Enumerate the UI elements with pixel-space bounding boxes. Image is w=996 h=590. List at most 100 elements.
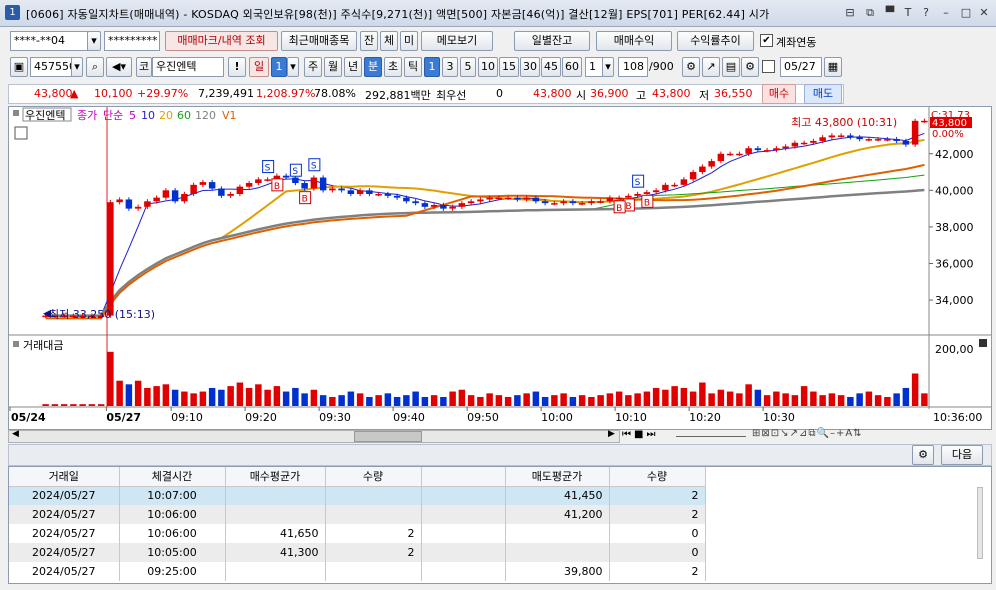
stock-code-input[interactable]: 457550 [30,57,72,77]
account-dropdown-icon[interactable]: ▾ [87,31,101,51]
candle-body [393,195,401,198]
period-dropdown-icon[interactable]: ▾ [287,57,299,77]
table-row[interactable]: 2024/05/27 10:07:00 41,450 2 [9,486,706,505]
pin-icon[interactable]: ▀ [882,5,898,21]
interval-field[interactable]: 1 [585,57,603,77]
trade-profit-button[interactable]: 매매수익 [596,31,672,51]
col-exec-time[interactable]: 체결시간 [119,467,226,487]
chart-tool-icon[interactable]: ⊡ [771,428,780,439]
save-icon[interactable]: ▤ [722,57,740,77]
chart-tool-icon[interactable]: A [845,428,853,439]
search-icon[interactable]: ⌕ [86,57,104,77]
col-sell-avg[interactable]: 매도평균가 [505,467,610,487]
table-row[interactable]: 2024/05/27 10:06:00 41,650 2 0 [9,524,706,543]
chart-tool-icon[interactable]: ⊠ [761,428,770,439]
candle-body [680,179,688,185]
account-link-checkbox[interactable]: ✔ [760,34,773,47]
col-buy-avg[interactable]: 매수평균가 [225,467,326,487]
memo-button[interactable]: 메모보기 [421,31,493,51]
scroll-thumb[interactable] [354,431,422,442]
candle-body [745,148,752,154]
tile-icon[interactable]: ⊟ [842,5,858,21]
chart-tool-icon[interactable]: + [836,428,845,439]
minute-3-button[interactable]: 3 [442,57,458,77]
scroll-right-icon[interactable]: ▶ [608,429,615,439]
recent-trades-button[interactable]: 최근매매종목 [281,31,357,51]
minute-30-button[interactable]: 30 [520,57,540,77]
period-tick-button[interactable]: 틱 [404,57,422,77]
period-num-field[interactable]: 1 [271,57,287,77]
gear-icon[interactable]: ⚙ [741,57,759,77]
chart-tool-icon[interactable]: ⊞ [752,428,761,439]
zoom-slider[interactable] [676,436,746,437]
date-checkbox[interactable] [762,60,775,73]
playback-controls[interactable]: ⏮■⏭ [622,429,658,440]
chart-tool-icon[interactable]: ▣ [10,57,28,77]
chart-tool-icon[interactable]: ↘ [780,428,789,439]
chart-tool-icon[interactable]: ↗ [790,428,799,439]
speaker-icon[interactable]: ◀▾ [106,57,132,77]
price-chart[interactable]: 34,00036,00038,00040,00042,000C:31.7343,… [9,107,991,429]
stock-name-field[interactable]: 우진엔텍 [152,57,224,77]
account-input[interactable]: ****-**04 [10,31,88,51]
market-label[interactable]: 코 [136,57,152,77]
trade-mark-query-button[interactable]: 매매마크/내역 조회 [165,31,278,51]
volume-bar [42,404,49,406]
daily-balance-button[interactable]: 일별잔고 [514,31,590,51]
close-button[interactable]: ✕ [976,5,992,21]
interval-dropdown-icon[interactable]: ▾ [602,57,614,77]
restore-icon[interactable]: ⧉ [862,5,878,21]
table-row[interactable]: 2024/05/27 10:05:00 41,300 2 0 [9,543,706,562]
period-month-button[interactable]: 월 [324,57,342,77]
chart-tool-icon[interactable]: ⊿ [799,428,808,439]
table-row[interactable]: 2024/05/27 09:25:00 39,800 2 [9,562,706,581]
alert-icon[interactable]: ! [228,57,246,77]
candle-body [477,199,484,202]
col-sell-qty[interactable]: 수량 [609,467,706,487]
grid-settings-icon[interactable]: ⚙ [912,445,934,465]
candle-body [347,190,355,194]
period-week-button[interactable]: 주 [304,57,322,77]
draw-tool-icon[interactable]: ↗ [702,57,720,77]
high-annotation: 최고 43,800 (10:31) [791,116,897,129]
col-buy-qty[interactable]: 수량 [325,467,422,487]
minute-45-button[interactable]: 45 [541,57,561,77]
minimize-button[interactable]: – [938,5,954,21]
help-icon[interactable]: ? [918,5,934,21]
font-icon[interactable]: T [900,5,916,21]
period-minute-button[interactable]: 분 [364,57,382,77]
count-field[interactable]: 108 [618,57,648,77]
x-tick-label: 09:20 [245,411,277,424]
chart-tool-icon[interactable]: ⇅ [853,428,862,439]
buy-button[interactable]: 매수 [762,84,796,104]
date-input[interactable]: 05/27 [780,57,822,77]
code-dropdown-icon[interactable]: ▾ [71,57,83,77]
period-year-button[interactable]: 년 [344,57,362,77]
chart-tools[interactable]: ⊞⊠⊡↘↗⊿⧉🔍–+A⇅ [752,428,863,439]
maximize-button[interactable]: □ [958,5,974,21]
password-input[interactable]: ********* [104,31,160,51]
period-second-button[interactable]: 초 [384,57,402,77]
period-day-button[interactable]: 일 [249,57,269,77]
balance-button[interactable]: 잔 [360,31,378,51]
scroll-left-icon[interactable]: ◀ [12,429,19,439]
chart-tool-icon[interactable]: 🔍 [816,428,829,439]
filled-button[interactable]: 체 [380,31,398,51]
yield-trend-button[interactable]: 수익률추이 [677,31,754,51]
minute-15-button[interactable]: 15 [499,57,519,77]
chart-panel[interactable]: 34,000 36,000 38,000 40,000 42,000 C:31.73 43,… [8,106,992,430]
calendar-icon[interactable]: ▦ [824,57,842,77]
col-trade-date[interactable]: 거래일 [9,467,120,487]
horizontal-scrollbar[interactable] [8,430,620,443]
minute-10-button[interactable]: 10 [478,57,498,77]
grid-scrollbar[interactable] [977,487,983,559]
next-button[interactable]: 다음 [941,445,983,465]
minute-60-button[interactable]: 60 [562,57,582,77]
unfilled-button[interactable]: 미 [400,31,418,51]
minute-5-button[interactable]: 5 [460,57,476,77]
sell-button[interactable]: 매도 [804,84,842,104]
settings-tool-icon[interactable]: ⚙ [682,57,700,77]
minute-1-button[interactable]: 1 [424,57,440,77]
volume-bar [800,386,808,406]
table-row[interactable]: 2024/05/27 10:06:00 41,200 2 [9,505,706,524]
